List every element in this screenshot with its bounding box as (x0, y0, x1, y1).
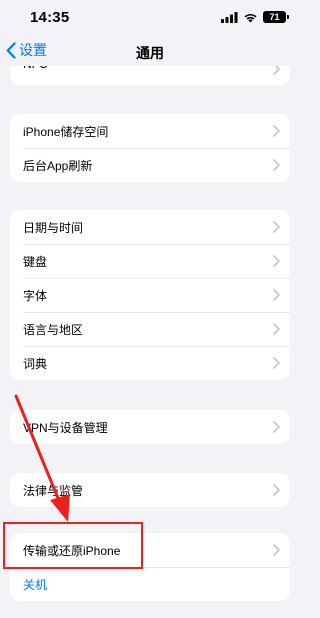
chevron-right-icon (273, 357, 280, 369)
chevron-right-icon (273, 421, 280, 433)
chevron-right-icon (273, 221, 280, 233)
chevron-right-icon (273, 544, 280, 556)
row-label: 法律与监管 (23, 483, 84, 498)
settings-group-vpn: VPN与设备管理 (10, 410, 290, 444)
row-label: iPhone储存空间 (23, 124, 109, 139)
settings-row-transfer-reset-iphone[interactable]: 传输或还原iPhone (10, 533, 290, 567)
settings-row-iphone-storage[interactable]: iPhone储存空间 (10, 114, 290, 148)
row-label: 日期与时间 (23, 220, 84, 235)
row-label: 传输或还原iPhone (23, 543, 121, 558)
chevron-right-icon (273, 289, 280, 301)
status-icons: 71 (221, 11, 289, 23)
signal-icon (221, 11, 238, 23)
battery-level: 71 (269, 12, 280, 22)
row-label: 字体 (23, 288, 48, 303)
settings-row-dictionary[interactable]: 词典 (10, 346, 290, 380)
settings-group-reset: 传输或还原iPhone 关机 (10, 533, 290, 601)
row-label: 后台App刷新 (23, 158, 93, 173)
status-bar: 14:35 71 (0, 0, 300, 36)
page-title: 通用 (136, 45, 164, 61)
settings-group-legal: 法律与监管 (10, 473, 290, 507)
chevron-right-icon (273, 323, 280, 335)
settings-row-shut-down[interactable]: 关机 (10, 567, 290, 601)
settings-row-vpn-device-management[interactable]: VPN与设备管理 (10, 410, 290, 444)
settings-row-keyboard[interactable]: 键盘 (10, 244, 290, 278)
settings-row-fonts[interactable]: 字体 (10, 278, 290, 312)
row-label: 键盘 (23, 254, 48, 269)
settings-group-storage: iPhone储存空间 后台App刷新 (10, 114, 290, 182)
row-label: 词典 (23, 356, 48, 371)
settings-row-background-app-refresh[interactable]: 后台App刷新 (10, 148, 290, 182)
battery-icon: 71 (263, 11, 289, 23)
row-label: 关机 (23, 577, 48, 592)
wifi-icon (244, 13, 257, 22)
chevron-right-icon (273, 159, 280, 171)
settings-group-locale: 日期与时间 键盘 字体 语言与地区 词典 (10, 210, 290, 380)
chevron-right-icon (273, 125, 280, 137)
settings-row-date-time[interactable]: 日期与时间 (10, 210, 290, 244)
chevron-right-icon (273, 255, 280, 267)
navigation-bar-overlay: 设置 通用 (0, 36, 300, 66)
row-label: 语言与地区 (23, 322, 84, 337)
row-label: VPN与设备管理 (23, 420, 108, 435)
chevron-right-icon (273, 484, 280, 496)
settings-row-legal-regulatory[interactable]: 法律与监管 (10, 473, 290, 507)
status-time: 14:35 (30, 9, 70, 26)
settings-row-language-region[interactable]: 语言与地区 (10, 312, 290, 346)
